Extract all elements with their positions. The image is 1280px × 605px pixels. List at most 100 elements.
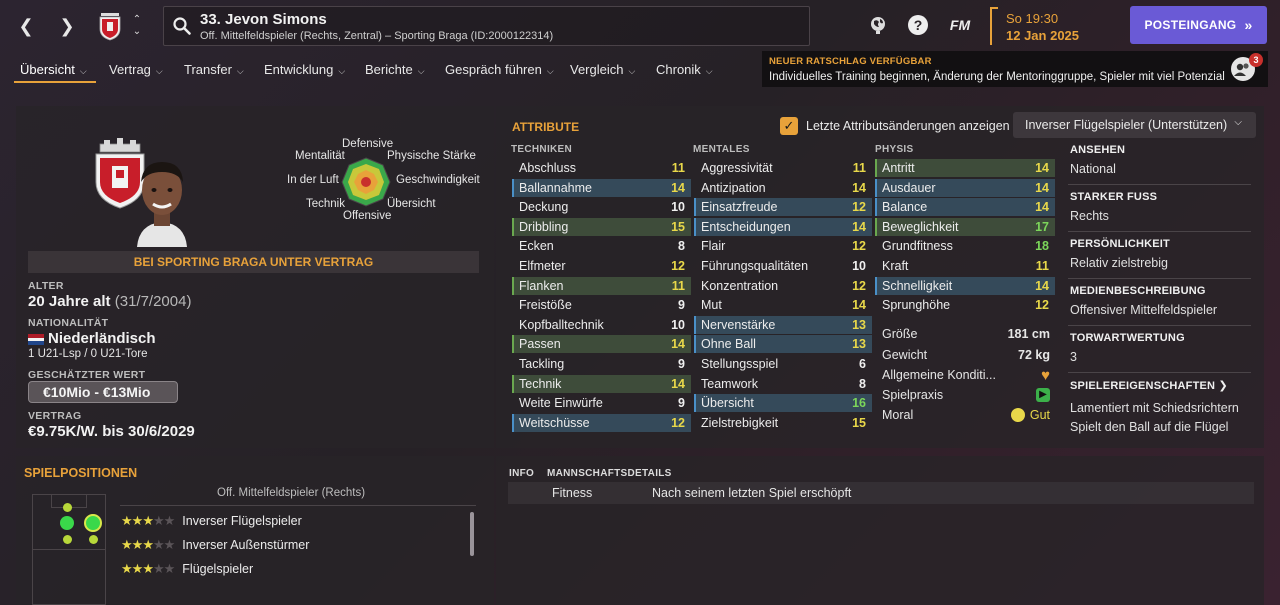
attribute-row[interactable]: Ecken 8 bbox=[512, 237, 691, 255]
positions-title: SPIELPOSITIONEN bbox=[24, 466, 138, 480]
morale-stat[interactable]: Moral Gut bbox=[882, 406, 1050, 424]
attribute-row[interactable]: Einsatzfreude 12 bbox=[694, 198, 872, 217]
attribute-row[interactable]: Weitschüsse 12 bbox=[512, 413, 691, 432]
estimated-value-pill[interactable]: €10Mio - €13Mio bbox=[28, 381, 178, 403]
weight-stat: Gewicht 72 kg bbox=[882, 346, 1050, 364]
attribute-row[interactable]: Entscheidungen 14 bbox=[694, 217, 872, 236]
tab-info[interactable]: INFO bbox=[509, 468, 534, 479]
attribute-row[interactable]: Ballannahme 14 bbox=[512, 178, 691, 197]
attribute-row[interactable]: Deckung 10 bbox=[512, 198, 691, 216]
attribute-value: 10 bbox=[671, 317, 685, 332]
attribute-row[interactable]: Freistöße 9 bbox=[512, 296, 691, 314]
attribute-row[interactable]: Antritt 14 bbox=[875, 159, 1055, 177]
advice-banner[interactable]: NEUER RATSCHLAG VERFÜGBAR Individuelles … bbox=[762, 51, 1268, 87]
menu-compare[interactable]: Vergleich ⌵ bbox=[570, 62, 635, 77]
attribute-row[interactable]: Mut 14 bbox=[694, 296, 872, 314]
attribute-name: Grundfitness bbox=[882, 239, 953, 254]
world-icon[interactable] bbox=[867, 14, 889, 36]
help-icon: ? bbox=[908, 15, 928, 35]
menu-history[interactable]: Chronik ⌵ bbox=[656, 62, 713, 77]
role-row[interactable]: ★★★★★ Inverser Flügelspieler bbox=[121, 511, 302, 531]
player-switch-arrows[interactable]: ⌃ ⌄ bbox=[130, 14, 144, 40]
menu-development[interactable]: Entwicklung ⌵ bbox=[264, 62, 345, 77]
advice-heading: NEUER RATSCHLAG VERFÜGBAR bbox=[769, 56, 932, 67]
show-changes-label[interactable]: Letzte Attributsänderungen anzeigen bbox=[806, 119, 1010, 133]
attribute-name: Konzentration bbox=[701, 278, 779, 293]
menu-overview[interactable]: Übersicht ⌵ bbox=[20, 62, 87, 77]
traits-link[interactable]: SPIELEREIGENSCHAFTEN ❯ bbox=[1070, 379, 1228, 392]
menu-contract[interactable]: Vertrag ⌵ bbox=[109, 62, 163, 77]
menu-label: Vertrag bbox=[109, 62, 151, 77]
attribute-row[interactable]: Führungsqualitäten 10 bbox=[694, 257, 872, 275]
menu-interaction[interactable]: Gespräch führen ⌵ bbox=[445, 62, 554, 77]
fitness-row: Fitness Nach seinem letzten Spiel erschö… bbox=[508, 482, 1254, 504]
attribute-row[interactable]: Beweglichkeit 17 bbox=[875, 217, 1055, 236]
player-search-box[interactable]: 33. Jevon Simons Off. Mittelfeldspieler … bbox=[163, 6, 810, 46]
advice-text: Individuelles Training beginnen, Änderun… bbox=[769, 71, 1225, 83]
date-bracket bbox=[990, 7, 998, 15]
back-button[interactable]: ❮ bbox=[12, 12, 40, 40]
attribute-row[interactable]: Elfmeter 12 bbox=[512, 257, 691, 275]
attribute-row[interactable]: Teamwork 8 bbox=[694, 375, 872, 393]
club-crest-icon[interactable] bbox=[96, 9, 124, 41]
attribute-value: 12 bbox=[671, 415, 685, 430]
menu-transfer[interactable]: Transfer ⌵ bbox=[184, 62, 244, 77]
role-row[interactable]: ★★★★★ Inverser Außenstürmer bbox=[121, 535, 309, 555]
chevron-down-icon[interactable]: ⌄ bbox=[130, 26, 144, 38]
attribute-row[interactable]: Ausdauer 14 bbox=[875, 178, 1055, 197]
attribute-row[interactable]: Stellungsspiel 6 bbox=[694, 355, 872, 373]
role-row[interactable]: ★★★★★ Flügelspieler bbox=[121, 559, 253, 579]
attribute-row[interactable]: Kopfballtechnik 10 bbox=[512, 316, 691, 334]
attribute-row[interactable]: Antizipation 14 bbox=[694, 179, 872, 197]
attribute-row[interactable]: Flair 12 bbox=[694, 237, 872, 255]
forward-button[interactable]: ❯ bbox=[53, 12, 81, 40]
inbox-button[interactable]: POSTEINGANG » bbox=[1130, 6, 1267, 44]
attribute-row[interactable]: Nervenstärke 13 bbox=[694, 315, 872, 334]
game-date[interactable]: So 19:30 12 Jan 2025 bbox=[990, 7, 1100, 45]
attribute-name: Kraft bbox=[882, 259, 909, 273]
attribute-value: 12 bbox=[852, 278, 866, 293]
position-pitch[interactable] bbox=[32, 494, 106, 605]
attribute-row[interactable]: Flanken 11 bbox=[512, 276, 691, 295]
chevron-down-icon: ⌵ bbox=[1234, 117, 1242, 128]
technical-heading: TECHNIKEN bbox=[511, 144, 573, 155]
star-rating-icon: ★★★★★ bbox=[121, 537, 175, 552]
attribute-row[interactable]: Tackling 9 bbox=[512, 355, 691, 373]
attribute-row[interactable]: Kraft 11 bbox=[875, 257, 1055, 275]
attribute-row[interactable]: Dribbling 15 bbox=[512, 217, 691, 236]
attribute-row[interactable]: Schnelligkeit 14 bbox=[875, 276, 1055, 295]
roles-scrollbar[interactable] bbox=[470, 512, 474, 556]
attribute-value: 14 bbox=[671, 337, 685, 352]
chevron-up-icon[interactable]: ⌃ bbox=[130, 14, 144, 26]
role-select[interactable]: Inverser Flügelspieler (Unterstützen) ⌵ bbox=[1013, 112, 1256, 138]
weight-value: 72 kg bbox=[1018, 348, 1050, 362]
attribute-row[interactable]: Übersicht 16 bbox=[694, 394, 872, 413]
attribute-name: Abschluss bbox=[519, 161, 576, 175]
attribute-row[interactable]: Technik 14 bbox=[512, 374, 691, 393]
attribute-row[interactable]: Grundfitness 18 bbox=[875, 237, 1055, 255]
player-menu-bar: Übersicht ⌵ Vertrag ⌵ Transfer ⌵ Entwicklun… bbox=[0, 52, 760, 86]
attribute-row[interactable]: Passen 14 bbox=[512, 335, 691, 354]
attribute-name: Ballannahme bbox=[519, 180, 592, 195]
menu-reports[interactable]: Berichte ⌵ bbox=[365, 62, 425, 77]
position-dot-selected bbox=[84, 514, 102, 532]
divider bbox=[120, 505, 476, 506]
help-button[interactable]: ? bbox=[907, 14, 929, 36]
match-practice-stat[interactable]: Spielpraxis ▶ bbox=[882, 386, 1050, 404]
age-years: 20 Jahre alt bbox=[28, 293, 111, 310]
attribute-name: Schnelligkeit bbox=[882, 278, 953, 293]
attribute-row[interactable]: Ohne Ball 13 bbox=[694, 335, 872, 354]
attribute-value: 17 bbox=[1035, 219, 1049, 234]
attribute-row[interactable]: Zielstrebigkeit 15 bbox=[694, 414, 872, 432]
condition-stat[interactable]: Allgemeine Konditi... ♥ bbox=[882, 366, 1050, 384]
attribute-row[interactable]: Sprunghöhe 12 bbox=[875, 296, 1055, 314]
attribute-row[interactable]: Abschluss 11 bbox=[512, 159, 691, 177]
attribute-row[interactable]: Weite Einwürfe 9 bbox=[512, 394, 691, 412]
attribute-value: 14 bbox=[1035, 200, 1049, 215]
attribute-row[interactable]: Konzentration 12 bbox=[694, 277, 872, 295]
attribute-row[interactable]: Balance 14 bbox=[875, 198, 1055, 217]
fm-menu-button[interactable]: FM bbox=[947, 14, 973, 36]
show-changes-checkbox[interactable]: ✓ bbox=[780, 117, 798, 135]
tab-team-details[interactable]: MANNSCHAFTSDETAILS bbox=[547, 468, 672, 479]
attribute-row[interactable]: Aggressivität 11 bbox=[694, 159, 872, 177]
